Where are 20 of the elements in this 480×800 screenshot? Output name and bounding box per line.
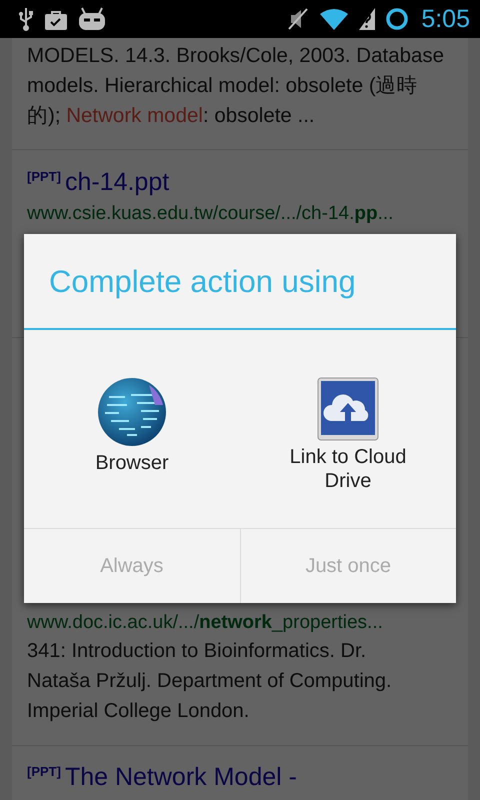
signal-unknown-icon xyxy=(359,7,376,31)
globe-icon xyxy=(97,377,167,447)
file-type-label: [PPT] xyxy=(27,168,61,186)
app-label[interactable]: Link to Cloud Drive xyxy=(273,445,423,493)
result-url: www.doc.ic.ac.uk/.../network_properties... xyxy=(27,611,384,635)
usb-icon xyxy=(18,7,34,31)
result-title-link[interactable]: ch-14.ppt xyxy=(64,167,170,197)
ring-icon xyxy=(385,7,410,31)
result-url: www.csie.kuas.edu.tw/course/.../ch-14.pp... xyxy=(27,202,394,226)
result-snippet: MODELS. 14.3. Brooks/Cole, 2003. Database models. Hierarchical model: obsolete (過時的); Network model: obsolete ... xyxy=(27,43,446,129)
wifi-icon xyxy=(319,7,350,31)
muted-icon xyxy=(287,7,310,31)
result-title-link[interactable]: The Network Model - xyxy=(64,762,297,792)
clock-time: 5:05 xyxy=(421,4,470,34)
result-snippet: 341: Introduction to Bioinformatics. Dr. Nataša Pržulj. Department of Computing. Imperial College London. xyxy=(27,639,393,724)
dialog-title: Complete action using xyxy=(49,263,356,300)
file-type-label: [PPT] xyxy=(27,763,61,781)
robot-head-icon xyxy=(78,7,106,31)
app-label[interactable]: Browser xyxy=(57,451,207,475)
cloud-upload-icon xyxy=(317,377,379,441)
